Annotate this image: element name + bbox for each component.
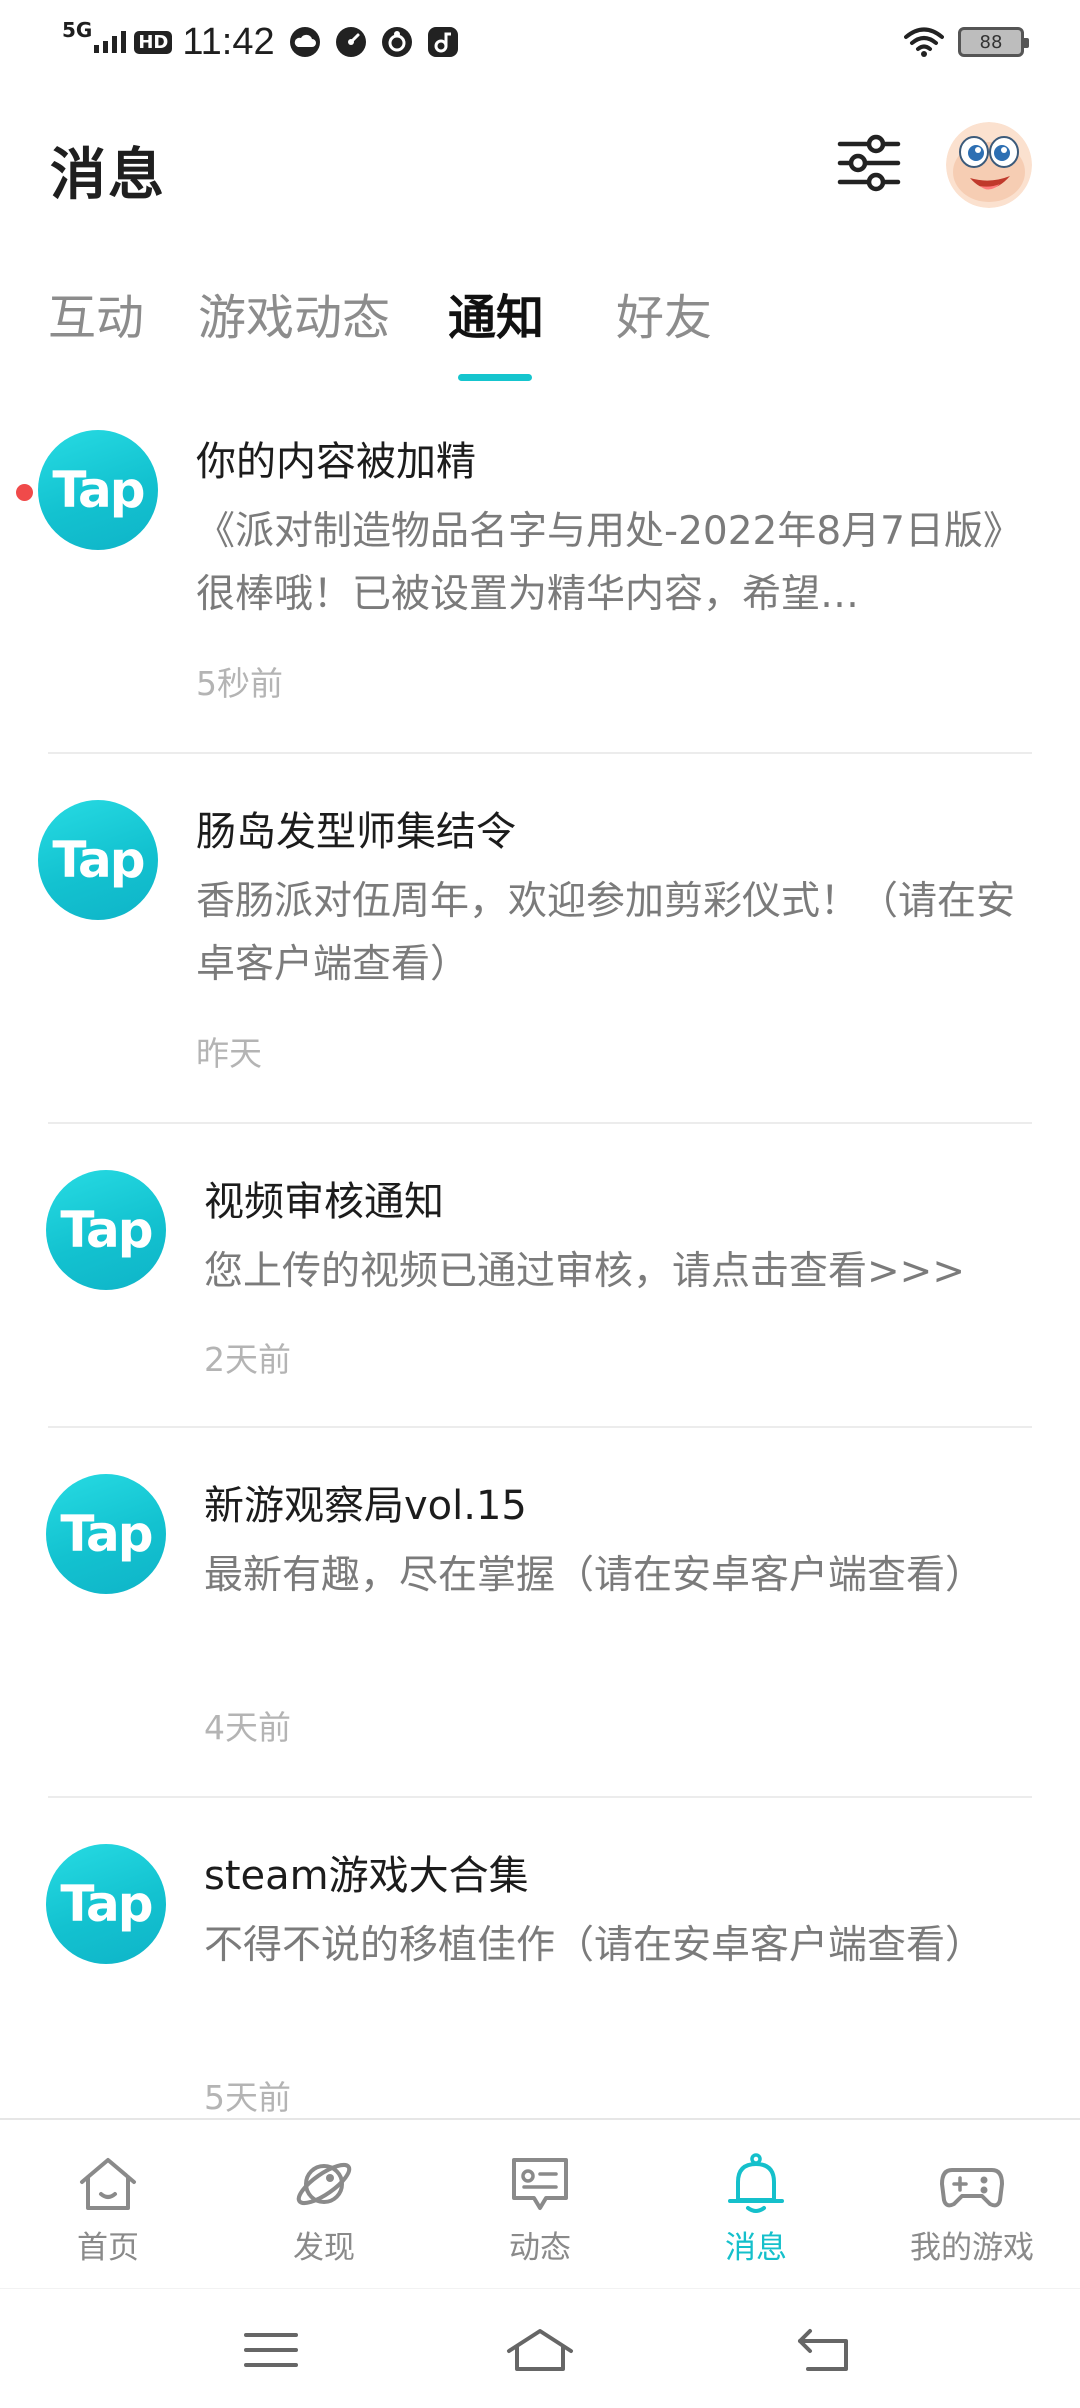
notification-item[interactable]: Tap 视频审核通知 您上传的视频已通过审核，请点击查看>>> 2天前 <box>0 1124 1080 1426</box>
cloud-icon <box>289 27 320 57</box>
sliders-icon[interactable] <box>836 130 902 196</box>
tab-interaction[interactable]: 互动 <box>48 282 144 354</box>
bell-icon <box>728 2153 784 2213</box>
nav-label: 首页 <box>77 2230 139 2266</box>
active-tab-indicator <box>458 374 532 381</box>
notification-title: 新游观察局vol.15 <box>204 1483 527 1529</box>
notification-body: 您上传的视频已通过审核，请点击查看>>> <box>204 1249 966 1294</box>
network-type: 5G <box>62 18 93 42</box>
nav-messages[interactable]: 消息 <box>648 2120 864 2288</box>
chat-icon <box>512 2158 568 2210</box>
music-icon <box>427 27 458 57</box>
tab-game-updates[interactable]: 游戏动态 <box>198 282 390 354</box>
tap-logo-icon: Tap <box>38 800 158 920</box>
nav-home[interactable]: 首页 <box>0 2120 216 2288</box>
notification-title: 视频审核通知 <box>204 1179 444 1225</box>
header: 消息 <box>0 100 1080 240</box>
notification-title: 你的内容被加精 <box>196 439 476 485</box>
back-icon[interactable] <box>790 2315 860 2385</box>
notification-time: 昨天 <box>196 1034 262 1073</box>
home-button-icon[interactable] <box>505 2315 575 2385</box>
status-bar-left: 5G HD 11:42 <box>62 18 473 66</box>
tab-friends[interactable]: 好友 <box>616 282 712 354</box>
nav-label: 我的游戏 <box>910 2230 1034 2266</box>
nav-my-games[interactable]: 我的游戏 <box>864 2120 1080 2288</box>
clock: 11:42 <box>182 20 275 63</box>
tap-logo-icon: Tap <box>46 1170 166 1290</box>
status-bar: 5G HD 11:42 88 <box>0 0 1080 84</box>
assistant-icon <box>381 27 412 57</box>
speed-icon <box>335 27 366 57</box>
bottom-nav: 首页 发现 动态 消息 我的游戏 <box>0 2118 1080 2286</box>
battery-icon: 88 <box>958 27 1029 57</box>
notification-time: 5秒前 <box>196 664 283 703</box>
nav-feed[interactable]: 动态 <box>432 2120 648 2288</box>
notification-body: 最新有趣，尽在掌握（请在安卓客户端查看） <box>204 1553 985 1598</box>
nav-label: 动态 <box>509 2230 571 2266</box>
notification-item[interactable]: Tap steam游戏大合集 不得不说的移植佳作（请在安卓客户端查看） 5天前 <box>0 1798 1080 2117</box>
system-nav-bar <box>0 2288 1080 2408</box>
battery-level: 88 <box>979 31 1003 53</box>
notification-title: 肠岛发型师集结令 <box>196 809 516 855</box>
page-title: 消息 <box>50 143 166 208</box>
nav-discover[interactable]: 发现 <box>216 2120 432 2288</box>
tap-logo-icon: Tap <box>46 1474 166 1594</box>
wifi-icon <box>904 27 944 57</box>
nav-label: 消息 <box>725 2230 787 2266</box>
hd-badge: HD <box>134 30 173 54</box>
tap-logo-icon: Tap <box>46 1844 166 1964</box>
nav-label: 发现 <box>293 2230 355 2266</box>
notification-item[interactable]: Tap 肠岛发型师集结令 香肠派对伍周年，欢迎参加剪彩仪式！（请在安卓客户端查看… <box>0 754 1080 1122</box>
notification-body: 不得不说的移植佳作（请在安卓客户端查看） <box>204 1923 985 1968</box>
avatar[interactable] <box>946 122 1032 208</box>
home-icon <box>80 2158 136 2210</box>
tap-logo-icon: Tap <box>38 430 158 550</box>
notification-item[interactable]: Tap 你的内容被加精 《派对制造物品名字与用处-2022年8月7日版》很棒哦！… <box>0 400 1080 752</box>
notification-body: 香肠派对伍周年，欢迎参加剪彩仪式！（请在安卓客户端查看） <box>196 879 1016 987</box>
notification-time: 5天前 <box>204 2078 291 2117</box>
notification-body: 《派对制造物品名字与用处-2022年8月7日版》很棒哦！已被设置为精华内容，希望… <box>196 509 1003 617</box>
menu-icon[interactable] <box>236 2315 306 2385</box>
notification-time: 2天前 <box>204 1340 291 1379</box>
gamepad-icon <box>940 2168 1004 2208</box>
notification-item[interactable]: Tap 新游观察局vol.15 最新有趣，尽在掌握（请在安卓客户端查看） 4天前 <box>0 1428 1080 1796</box>
unread-dot <box>16 484 33 501</box>
signal-icon <box>94 31 127 53</box>
notification-title: steam游戏大合集 <box>204 1853 529 1899</box>
message-tabs: 互动 游戏动态 通知 好友 <box>0 282 1080 392</box>
planet-icon <box>296 2162 352 2206</box>
tab-notifications[interactable]: 通知 <box>448 282 544 354</box>
notification-time: 4天前 <box>204 1708 291 1747</box>
status-bar-right: 88 <box>904 22 1029 62</box>
